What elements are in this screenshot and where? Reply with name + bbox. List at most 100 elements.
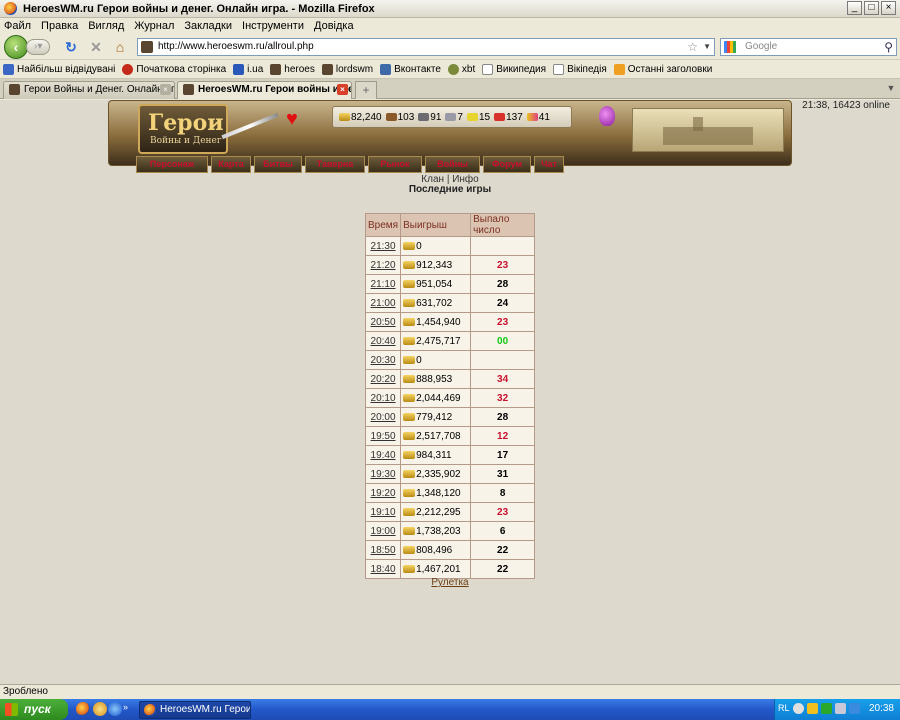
stop-icon[interactable]: ✕ [88,39,104,55]
url-bar[interactable]: http://www.heroeswm.ru/allroul.php ☆ ▼ [137,38,715,56]
game-time-link[interactable]: 18:50 [371,545,396,556]
search-input[interactable]: Google ⚲ [720,38,897,56]
language-indicator[interactable]: RL [778,703,790,713]
close-button[interactable]: × [881,1,896,15]
game-time-link[interactable]: 20:40 [371,336,396,347]
nav-market[interactable]: Рынок [368,156,422,173]
menu-edit[interactable]: Правка [41,20,78,32]
game-winnings-cell: 631,702 [400,293,472,313]
url-dropdown-icon[interactable]: ▼ [703,39,711,55]
menu-history[interactable]: Журнал [134,20,174,32]
potion-icon[interactable] [599,106,615,126]
bookmark-latest-headlines[interactable]: Останні заголовки [613,64,712,75]
game-time-link[interactable]: 19:40 [371,450,396,461]
tab-close-icon[interactable]: × [337,84,348,95]
menu-view[interactable]: Вигляд [88,20,124,32]
game-time-link[interactable]: 19:20 [371,488,396,499]
game-time-link[interactable]: 19:10 [371,507,396,518]
game-winnings-cell: 2,212,295 [400,502,472,522]
menu-help[interactable]: Довідка [314,20,354,32]
bookmark-heroes[interactable]: heroes [270,64,315,75]
home-icon[interactable]: ⌂ [112,39,128,55]
tab-list-icon[interactable]: ▼ [884,83,898,97]
nav-tavern[interactable]: Таверна [305,156,365,173]
bookmark-star-icon[interactable]: ☆ [687,39,698,55]
tray-icon[interactable] [807,703,818,714]
game-winnings-cell: 0 [400,236,472,256]
tray-icon[interactable] [849,703,860,714]
game-number: 32 [497,392,509,404]
menu-bookmarks[interactable]: Закладки [184,20,232,32]
table-row: 20:00 779,412 28 [364,407,536,427]
menu-tools[interactable]: Інструменти [242,20,304,32]
game-time-link[interactable]: 20:20 [371,374,396,385]
game-winnings: 1,348,120 [416,487,461,499]
forward-button[interactable]: ›▾ [26,39,50,55]
game-time-link[interactable]: 21:00 [371,298,396,309]
tray-icon[interactable] [793,703,804,714]
taskbar-firefox-window[interactable]: HeroesWM.ru Герои ... [139,701,251,719]
back-button[interactable]: ‹ [4,35,28,59]
bookmark-lordswm[interactable]: lordswm [321,64,373,75]
game-winnings: 0 [416,240,422,252]
game-time-link[interactable]: 19:00 [371,526,396,537]
bookmark-iua[interactable]: i.ua [233,64,263,75]
nav-battles[interactable]: Битвы [254,156,302,173]
roulette-link[interactable]: Рулетка [431,577,468,588]
menu-file[interactable]: Файл [4,20,31,32]
game-time-link[interactable]: 19:30 [371,469,396,480]
game-time-link[interactable]: 20:30 [371,355,396,366]
bookmark-start-page[interactable]: Початкова сторінка [122,64,226,75]
game-time-link[interactable]: 20:50 [371,317,396,328]
explorer-quicklaunch-icon[interactable] [93,702,107,716]
minimize-button[interactable]: _ [847,1,862,15]
game-time-link[interactable]: 21:20 [371,260,396,271]
bookmark-icon [321,64,333,75]
game-time-link[interactable]: 21:10 [371,279,396,290]
nav-map[interactable]: Карта [211,156,251,173]
tab-heroeswm-active[interactable]: HeroesWM.ru Герои войны и ден... × [177,81,352,99]
game-time-link[interactable]: 21:30 [371,241,396,252]
maximize-button[interactable]: □ [864,1,879,15]
bookmark-wikipedia-uk[interactable]: Вікіпедія [553,64,607,75]
game-time-cell: 19:00 [364,521,402,541]
game-time-cell: 19:20 [364,483,402,503]
game-time-link[interactable]: 20:00 [371,412,396,423]
game-time-cell: 19:50 [364,426,402,446]
nav-wars[interactable]: Войны [425,156,480,173]
bookmarks-toolbar: Найбільш відвідувані Початкова сторінка … [0,61,900,79]
game-time-link[interactable]: 19:50 [371,431,396,442]
tray-icon[interactable] [835,703,846,714]
game-time-link[interactable]: 18:40 [371,564,396,575]
tab-favicon-icon [9,84,20,95]
bookmark-most-visited[interactable]: Найбільш відвідувані [3,64,115,75]
new-tab-button[interactable]: + [355,81,377,99]
bookmark-wikipedia-ru[interactable]: Википедия [482,64,546,75]
quicklaunch-more-icon[interactable]: » [123,702,133,716]
tray-icon[interactable] [821,703,832,714]
table-row: 19:50 2,517,708 12 [364,426,536,446]
game-time-link[interactable]: 20:10 [371,393,396,404]
game-number-cell: 23 [470,312,536,332]
game-logo[interactable]: Герои Войны и Денег [138,104,228,154]
nav-character[interactable]: Персонаж [136,156,208,173]
window-titlebar: HeroesWM.ru Герои войны и денег. Онлайн … [0,0,900,18]
bookmark-vkontakte[interactable]: Вконтакте [380,64,441,75]
google-icon[interactable] [724,41,736,53]
table-row: 19:40 984,311 17 [364,445,536,465]
nav-forum[interactable]: Форум [483,156,531,173]
game-number: 28 [497,278,509,290]
reload-icon[interactable]: ↻ [63,39,79,55]
heart-icon[interactable]: ♥ [286,108,298,131]
nav-chat[interactable]: Чат [534,156,564,173]
game-number-cell: 00 [470,331,536,351]
crystal-icon [494,113,506,121]
search-icon[interactable]: ⚲ [884,39,893,55]
firefox-quicklaunch-icon[interactable] [76,702,90,716]
ie-quicklaunch-icon[interactable] [108,702,122,716]
game-winnings-cell: 1,348,120 [400,483,472,503]
start-button[interactable]: пуск [0,699,68,720]
bookmark-xbt[interactable]: xbt [447,64,475,75]
tab-close-icon[interactable]: × [160,84,171,95]
tab-heroes-game[interactable]: Герои Войны и Денег. Онлайн игра. × [3,81,175,99]
